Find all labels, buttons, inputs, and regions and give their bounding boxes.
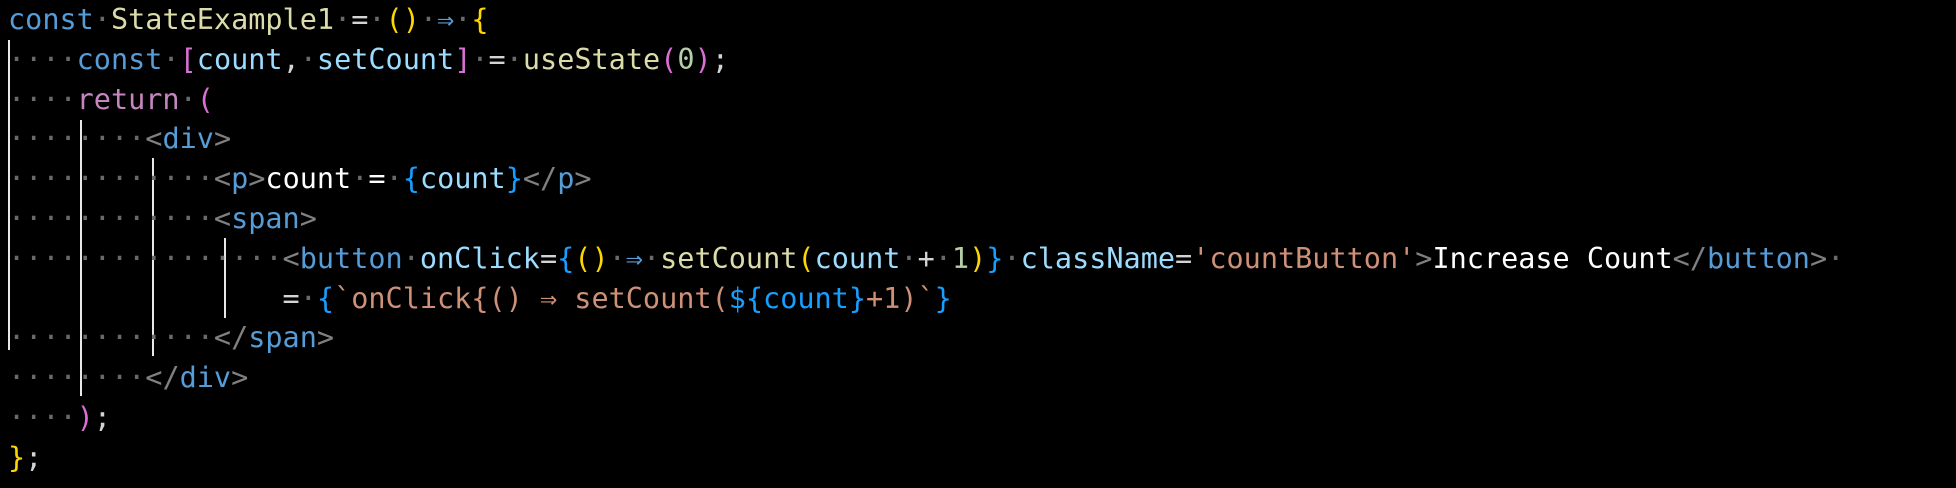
code-line-7: ················<button·onClick={()·⇒·se… [8,241,1845,275]
code-line-4: ········<div> [8,122,232,156]
code-editor[interactable]: const·StateExample1·=·()·⇒·{ ····const·[… [0,0,1956,488]
code-line-5: ············<p>count·=·{count}</p> [8,162,592,196]
inline-hint: =·{`onClick{() ⇒ setCount(${count}+1)`} [282,281,952,315]
code-line-8: ············</span> [8,321,335,355]
code-line-2: ····const·[count,·setCount]·=·useState(0… [8,42,729,76]
code-lines[interactable]: const·StateExample1·=·()·⇒·{ ····const·[… [8,0,1844,478]
code-line-3: ····return·( [8,82,214,116]
code-line-11: }; [8,440,43,474]
code-line-10: ····); [8,400,111,434]
code-line-1: const·StateExample1·=·()·⇒·{ [8,3,489,36]
code-line-6: ············<span> [8,201,317,235]
code-line-9: ········</div> [8,361,249,395]
